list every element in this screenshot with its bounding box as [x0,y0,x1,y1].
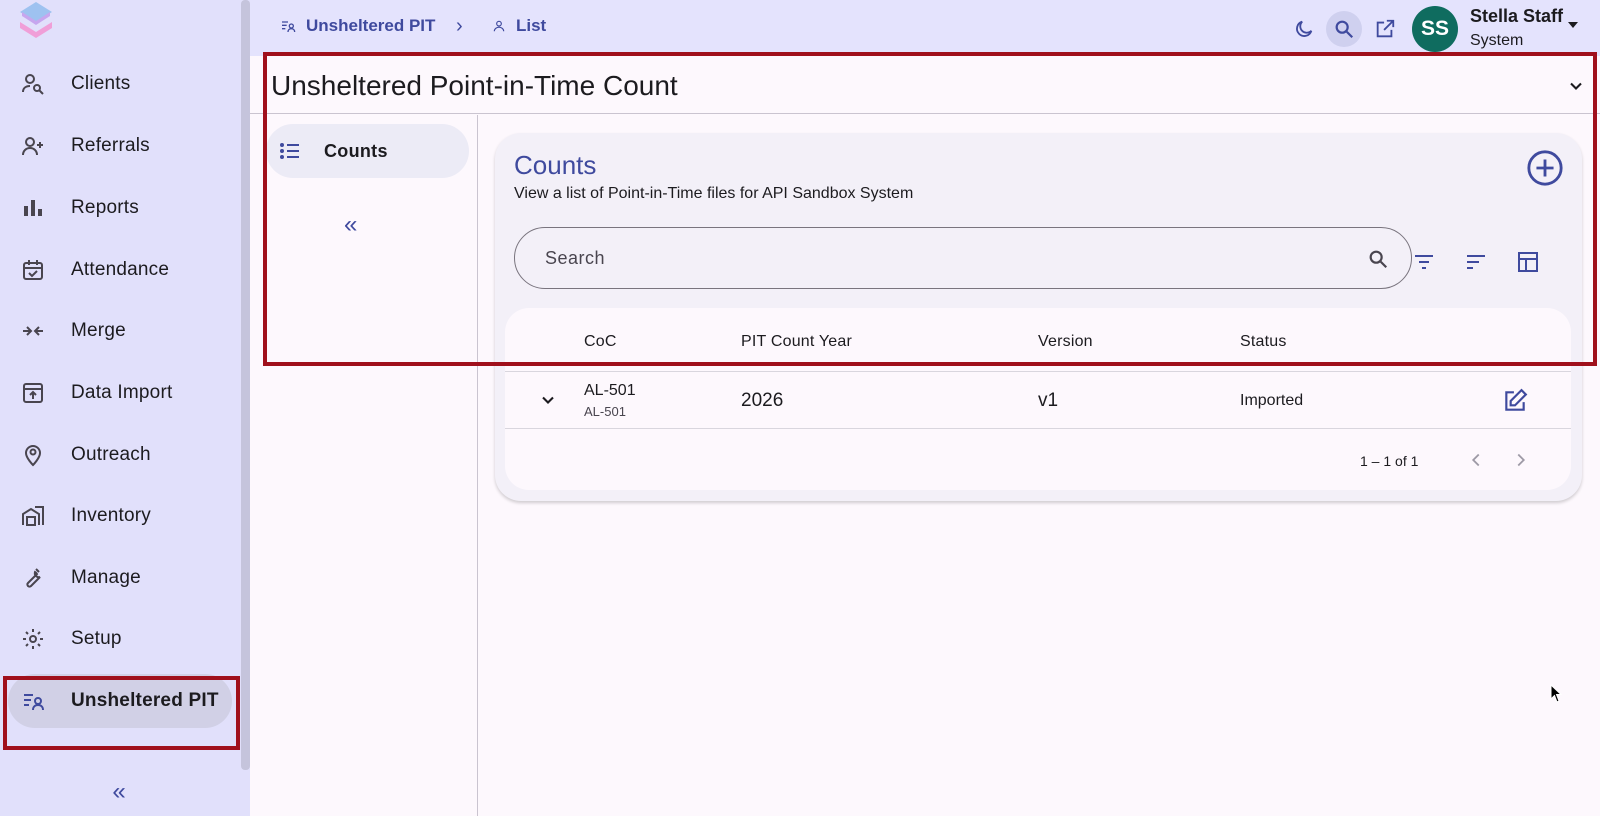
location-person-icon [20,442,46,468]
table-divider [505,428,1571,429]
search-input[interactable] [545,247,1325,269]
cell-coc: AL-501 [584,382,636,399]
breadcrumb-label: List [516,16,547,35]
user-menu-caret-icon[interactable] [1568,22,1578,28]
section-nav-label: Counts [324,140,388,161]
sidebar-item-inventory[interactable]: Inventory [8,489,232,543]
sort-button[interactable] [1464,250,1488,274]
sidebar-item-label: Clients [71,73,131,94]
client-search-icon [20,71,46,97]
global-search-button[interactable] [1326,11,1362,47]
sidebar-scrollbar[interactable] [241,0,250,770]
merge-icon [20,318,46,344]
person-list-icon [282,21,296,33]
cell-status: Imported [1240,392,1304,409]
page-header: Unsheltered Point-in-Time Count [250,56,1600,114]
wrench-icon [20,565,46,591]
dark-mode-toggle[interactable] [1286,11,1322,47]
card-subtitle: View a list of Point-in-Time files for A… [514,185,914,202]
chevron-left-icon[interactable] [1465,449,1487,471]
pagination-range: 1 – 1 of 1 [1360,453,1419,469]
filter-button[interactable] [1412,250,1436,274]
chevron-down-icon[interactable] [1566,76,1586,96]
filter-icon [1415,255,1433,269]
column-header-version[interactable]: Version [1038,333,1093,351]
calendar-check-icon [20,257,46,283]
sidebar-item-label: Attendance [71,259,170,280]
search-icon [1335,20,1354,39]
bar-chart-icon [20,195,46,221]
table-columns-icon [1518,252,1538,272]
avatar[interactable]: SS [1412,6,1458,52]
user-role: System [1470,32,1524,49]
open-in-new-icon [1376,19,1395,38]
person-icon [493,20,505,32]
mouse-cursor-icon [1550,684,1563,703]
edit-icon[interactable] [1502,388,1528,414]
upload-box-icon [20,380,46,406]
columns-button[interactable] [1516,250,1540,274]
sidebar-item-clients[interactable]: Clients [8,57,232,111]
sidebar-item-setup[interactable]: Setup [8,612,232,666]
column-header-year[interactable]: PIT Count Year [741,333,852,351]
active-item-highlight [3,676,240,750]
search-icon[interactable] [1367,248,1389,270]
cell-version: v1 [1038,390,1059,411]
cell-coc-sub: AL-501 [584,404,626,419]
section-nav-counts[interactable]: Counts [266,124,469,178]
chevron-down-icon[interactable] [538,390,558,410]
sidebar-item-label: Manage [71,567,141,588]
sidebar-item-merge[interactable]: Merge [8,304,232,358]
cell-year: 2026 [741,390,784,411]
app-logo-icon[interactable] [16,0,56,48]
breadcrumb-unsheltered-pit[interactable]: Unsheltered PIT [280,16,435,36]
breadcrumb-separator: › [456,15,463,37]
sidebar-item-label: Reports [71,197,139,218]
column-header-status[interactable]: Status [1240,333,1287,351]
counts-card: Counts View a list of Point-in-Time file… [495,133,1582,501]
sidebar-item-label: Outreach [71,444,151,465]
sidebar-item-label: Inventory [71,505,151,526]
sidebar-collapse-button[interactable]: « [104,780,134,804]
open-external-button[interactable] [1367,11,1403,47]
card-title: Counts [514,150,597,180]
list-icon [280,143,299,159]
breadcrumb-label: Unsheltered PIT [306,16,436,35]
sidebar-item-label: Setup [71,628,122,649]
sidebar-item-referrals[interactable]: Referrals [8,119,232,173]
sidebar-item-reports[interactable]: Reports [8,181,232,235]
person-add-icon [20,133,46,159]
page-title: Unsheltered Point-in-Time Count [271,70,678,101]
user-name[interactable]: Stella Staff [1470,6,1563,27]
section-collapse-button[interactable]: « [344,211,357,239]
sidebar-item-label: Referrals [71,135,150,156]
sort-icon [1467,255,1485,269]
warehouse-icon [20,503,46,529]
table-divider [505,371,1571,372]
sidebar-item-data-import[interactable]: Data Import [8,366,232,420]
sidebar-item-label: Data Import [71,382,173,403]
sidebar-item-outreach[interactable]: Outreach [8,428,232,482]
add-count-button[interactable] [1526,149,1564,187]
sidebar-item-attendance[interactable]: Attendance [8,243,232,297]
sidebar-item-label: Merge [71,320,126,341]
column-header-coc[interactable]: CoC [584,333,617,351]
sidebar-item-manage[interactable]: Manage [8,551,232,605]
breadcrumb-list[interactable]: List [492,16,546,36]
counts-table: CoC PIT Count Year Version Status AL-501… [505,308,1571,490]
moon-icon [1296,20,1313,37]
gear-icon [20,626,46,652]
section-sidebar: Counts « [250,115,478,816]
chevron-right-icon[interactable] [1510,449,1532,471]
search-field[interactable] [514,227,1412,289]
